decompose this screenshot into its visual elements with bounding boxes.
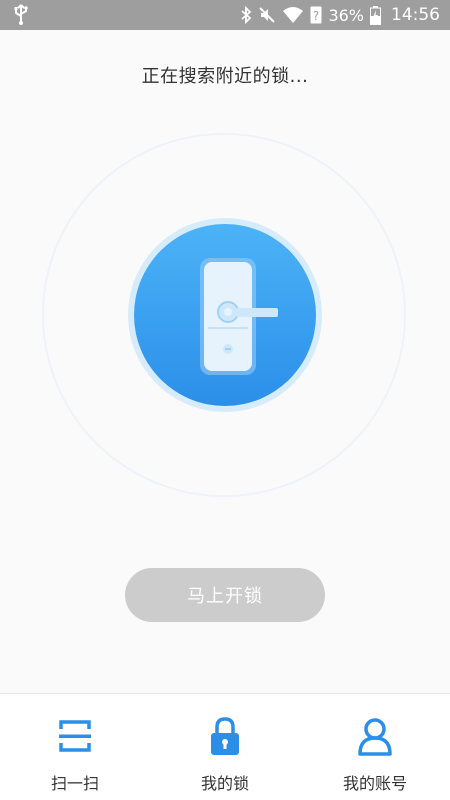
battery-icon	[370, 5, 381, 25]
svg-text:?: ?	[313, 9, 319, 23]
lock-search-indicator	[128, 218, 322, 412]
nav-item-scan[interactable]: 扫一扫	[0, 694, 150, 800]
clock: 14:56	[391, 5, 440, 25]
wifi-icon	[282, 6, 304, 24]
padlock-icon	[211, 717, 239, 755]
status-bar: ? 36% 14:56	[0, 0, 450, 30]
battery-percent: 36%	[328, 5, 364, 25]
lock-search-screen: ? 36% 14:56 正在搜索附近的锁... 马上开锁 扫一扫 我的锁 我的账…	[0, 0, 450, 800]
scan-icon	[59, 720, 91, 752]
nav-label-my-locks: 我的锁	[200, 774, 249, 793]
mute-icon	[258, 6, 276, 24]
door-lock-icon	[200, 258, 278, 375]
usb-icon	[12, 4, 30, 30]
nav-label-my-account: 我的账号	[342, 774, 407, 793]
search-status-title: 正在搜索附近的锁...	[141, 66, 309, 87]
bottom-nav: 扫一扫 我的锁 我的账号	[0, 693, 450, 800]
nav-item-my-account[interactable]: 我的账号	[300, 694, 450, 800]
sim-unknown-icon: ?	[310, 6, 322, 24]
nav-label-scan: 扫一扫	[50, 774, 99, 793]
unlock-now-button[interactable]: 马上开锁	[125, 568, 325, 622]
bluetooth-icon	[240, 6, 252, 24]
user-icon	[358, 718, 392, 756]
nav-item-my-locks[interactable]: 我的锁	[150, 694, 300, 800]
lock-circle	[134, 224, 316, 406]
